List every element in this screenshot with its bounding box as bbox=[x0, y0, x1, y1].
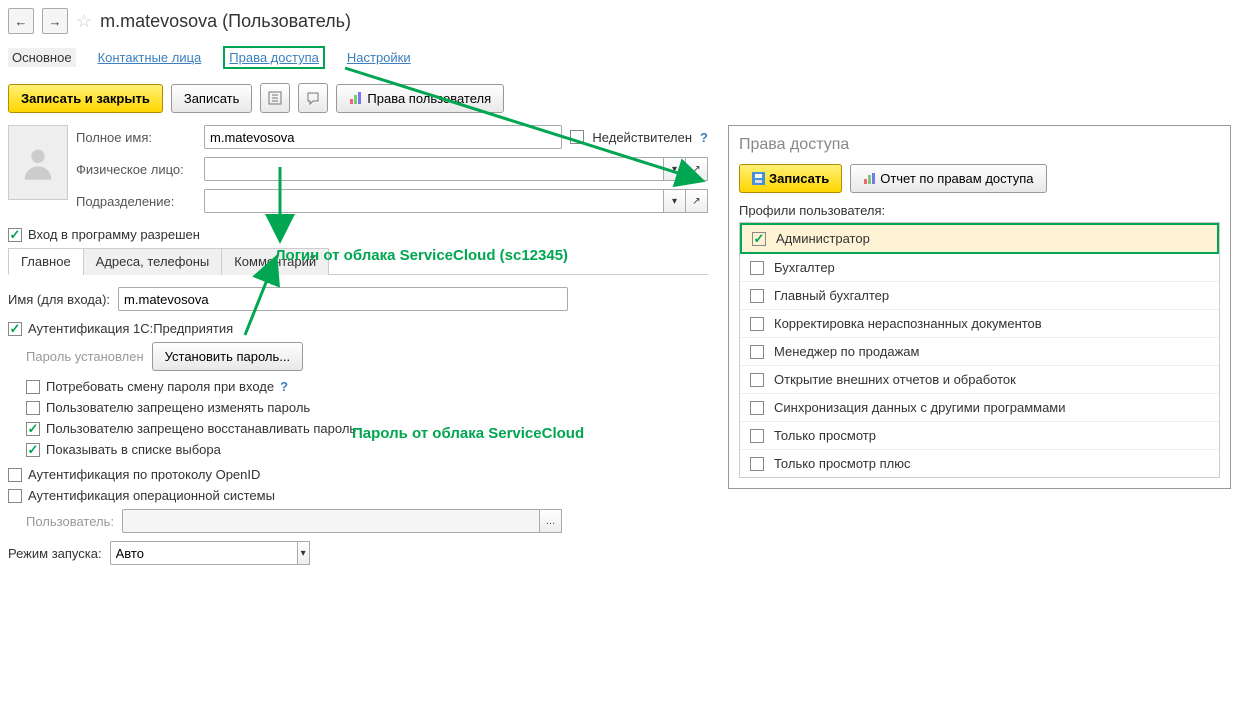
avatar[interactable] bbox=[8, 125, 68, 200]
auth-os-label: Аутентификация операционной системы bbox=[28, 488, 275, 503]
profile-row[interactable]: Только просмотр bbox=[740, 422, 1219, 450]
os-user-browse-button[interactable]: … bbox=[540, 509, 562, 533]
profile-row[interactable]: Бухгалтер bbox=[740, 254, 1219, 282]
dept-dropdown-button[interactable]: ▾ bbox=[664, 189, 686, 213]
dept-input[interactable] bbox=[204, 189, 664, 213]
profile-row[interactable]: Главный бухгалтер bbox=[740, 282, 1219, 310]
access-rights-title: Права доступа bbox=[739, 136, 1220, 154]
profile-checkbox[interactable] bbox=[750, 261, 764, 275]
auth-os-checkbox[interactable] bbox=[8, 489, 22, 503]
profile-checkbox[interactable] bbox=[750, 401, 764, 415]
profile-row[interactable]: Менеджер по продажам bbox=[740, 338, 1219, 366]
profile-checkbox[interactable] bbox=[750, 373, 764, 387]
profile-label: Только просмотр плюс bbox=[774, 456, 910, 471]
require-change-label: Потребовать смену пароля при входе bbox=[46, 379, 274, 394]
os-user-label: Пользователь: bbox=[26, 514, 114, 529]
tab-main[interactable]: Основное bbox=[8, 48, 76, 67]
login-allowed-label: Вход в программу разрешен bbox=[28, 227, 200, 242]
tab-contacts[interactable]: Контактные лица bbox=[94, 48, 206, 67]
profile-row[interactable]: Синхронизация данных с другими программа… bbox=[740, 394, 1219, 422]
profile-row[interactable]: Открытие внешних отчетов и обработок bbox=[740, 366, 1219, 394]
login-name-input[interactable] bbox=[118, 287, 568, 311]
set-password-button[interactable]: Установить пароль... bbox=[152, 342, 303, 371]
profile-row[interactable]: Только просмотр плюс bbox=[740, 450, 1219, 477]
auth-openid-label: Аутентификация по протоколу OpenID bbox=[28, 467, 260, 482]
profile-label: Бухгалтер bbox=[774, 260, 835, 275]
profile-label: Открытие внешних отчетов и обработок bbox=[774, 372, 1016, 387]
dept-open-button[interactable]: ↗ bbox=[686, 189, 708, 213]
forbid-change-label: Пользователю запрещено изменять пароль bbox=[46, 400, 310, 415]
profile-label: Главный бухгалтер bbox=[774, 288, 889, 303]
launch-mode-label: Режим запуска: bbox=[8, 546, 102, 561]
rights-save-button[interactable]: Записать bbox=[739, 164, 842, 193]
forbid-restore-label: Пользователю запрещено восстанавливать п… bbox=[46, 421, 356, 436]
card-icon-button[interactable] bbox=[260, 83, 290, 113]
rights-report-button[interactable]: Отчет по правам доступа bbox=[850, 164, 1046, 193]
invalid-label: Недействителен bbox=[592, 130, 692, 145]
profile-checkbox[interactable] bbox=[750, 457, 764, 471]
inner-tab-addresses[interactable]: Адреса, телефоны bbox=[83, 248, 223, 275]
profile-checkbox[interactable] bbox=[750, 429, 764, 443]
forbid-restore-checkbox[interactable]: ✓ bbox=[26, 422, 40, 436]
auth-1c-label: Аутентификация 1С:Предприятия bbox=[28, 321, 233, 336]
phys-input[interactable] bbox=[204, 157, 664, 181]
phys-label: Физическое лицо: bbox=[76, 162, 196, 177]
help-reqchange-icon[interactable]: ? bbox=[280, 379, 288, 394]
profile-label: Только просмотр bbox=[774, 428, 876, 443]
profile-label: Менеджер по продажам bbox=[774, 344, 919, 359]
auth-1c-checkbox[interactable]: ✓ bbox=[8, 322, 22, 336]
inner-tab-main[interactable]: Главное bbox=[8, 248, 84, 275]
forbid-change-checkbox[interactable] bbox=[26, 401, 40, 415]
invalid-checkbox[interactable] bbox=[570, 130, 584, 144]
profile-checkbox[interactable] bbox=[750, 289, 764, 303]
tab-settings[interactable]: Настройки bbox=[343, 48, 415, 67]
full-name-input[interactable] bbox=[204, 125, 562, 149]
main-tabs: Основное Контактные лица Права доступа Н… bbox=[8, 42, 1231, 73]
auth-openid-checkbox[interactable] bbox=[8, 468, 22, 482]
phys-dropdown-button[interactable]: ▾ bbox=[664, 157, 686, 181]
chart-icon bbox=[349, 91, 363, 105]
chat-icon-button[interactable] bbox=[298, 83, 328, 113]
phys-open-button[interactable]: ↗ bbox=[686, 157, 708, 181]
tab-access-rights[interactable]: Права доступа bbox=[223, 46, 325, 69]
password-set-label: Пароль установлен bbox=[26, 349, 144, 364]
inner-tab-comment[interactable]: Комментарий bbox=[221, 248, 329, 275]
forward-button[interactable]: → bbox=[42, 8, 68, 34]
dept-label: Подразделение: bbox=[76, 194, 196, 209]
full-name-label: Полное имя: bbox=[76, 130, 196, 145]
profile-label: Администратор bbox=[776, 231, 870, 246]
chart-icon bbox=[863, 172, 876, 185]
os-user-input bbox=[122, 509, 540, 533]
access-rights-panel: Права доступа Записать Отчет по правам д… bbox=[728, 125, 1231, 489]
inner-tabs: Главное Адреса, телефоны Комментарий bbox=[8, 248, 708, 275]
login-allowed-checkbox[interactable]: ✓ bbox=[8, 228, 22, 242]
profile-checkbox[interactable] bbox=[750, 317, 764, 331]
profiles-label: Профили пользователя: bbox=[739, 203, 1220, 218]
save-icon bbox=[752, 172, 765, 185]
save-button[interactable]: Записать bbox=[171, 84, 253, 113]
profile-checkbox[interactable]: ✓ bbox=[752, 232, 766, 246]
save-and-close-button[interactable]: Записать и закрыть bbox=[8, 84, 163, 113]
launch-mode-input[interactable] bbox=[110, 541, 298, 565]
profile-list: ✓ Администратор Бухгалтер Главный бухгалтер… bbox=[739, 222, 1220, 478]
help-invalid-icon[interactable]: ? bbox=[700, 130, 708, 145]
profile-row[interactable]: Корректировка нераспознанных документов bbox=[740, 310, 1219, 338]
page-title: m.matevosova (Пользователь) bbox=[100, 11, 351, 32]
require-change-checkbox[interactable] bbox=[26, 380, 40, 394]
launch-mode-dropdown-button[interactable]: ▾ bbox=[298, 541, 310, 565]
profile-label: Корректировка нераспознанных документов bbox=[774, 316, 1042, 331]
profile-checkbox[interactable] bbox=[750, 345, 764, 359]
show-in-list-label: Показывать в списке выбора bbox=[46, 442, 221, 457]
user-rights-button[interactable]: Права пользователя bbox=[336, 84, 504, 113]
profile-label: Синхронизация данных с другими программа… bbox=[774, 400, 1066, 415]
favorite-star-icon[interactable]: ☆ bbox=[76, 11, 92, 32]
login-name-label: Имя (для входа): bbox=[8, 292, 110, 307]
profile-row[interactable]: ✓ Администратор bbox=[740, 223, 1219, 254]
back-button[interactable]: ← bbox=[8, 8, 34, 34]
show-in-list-checkbox[interactable]: ✓ bbox=[26, 443, 40, 457]
